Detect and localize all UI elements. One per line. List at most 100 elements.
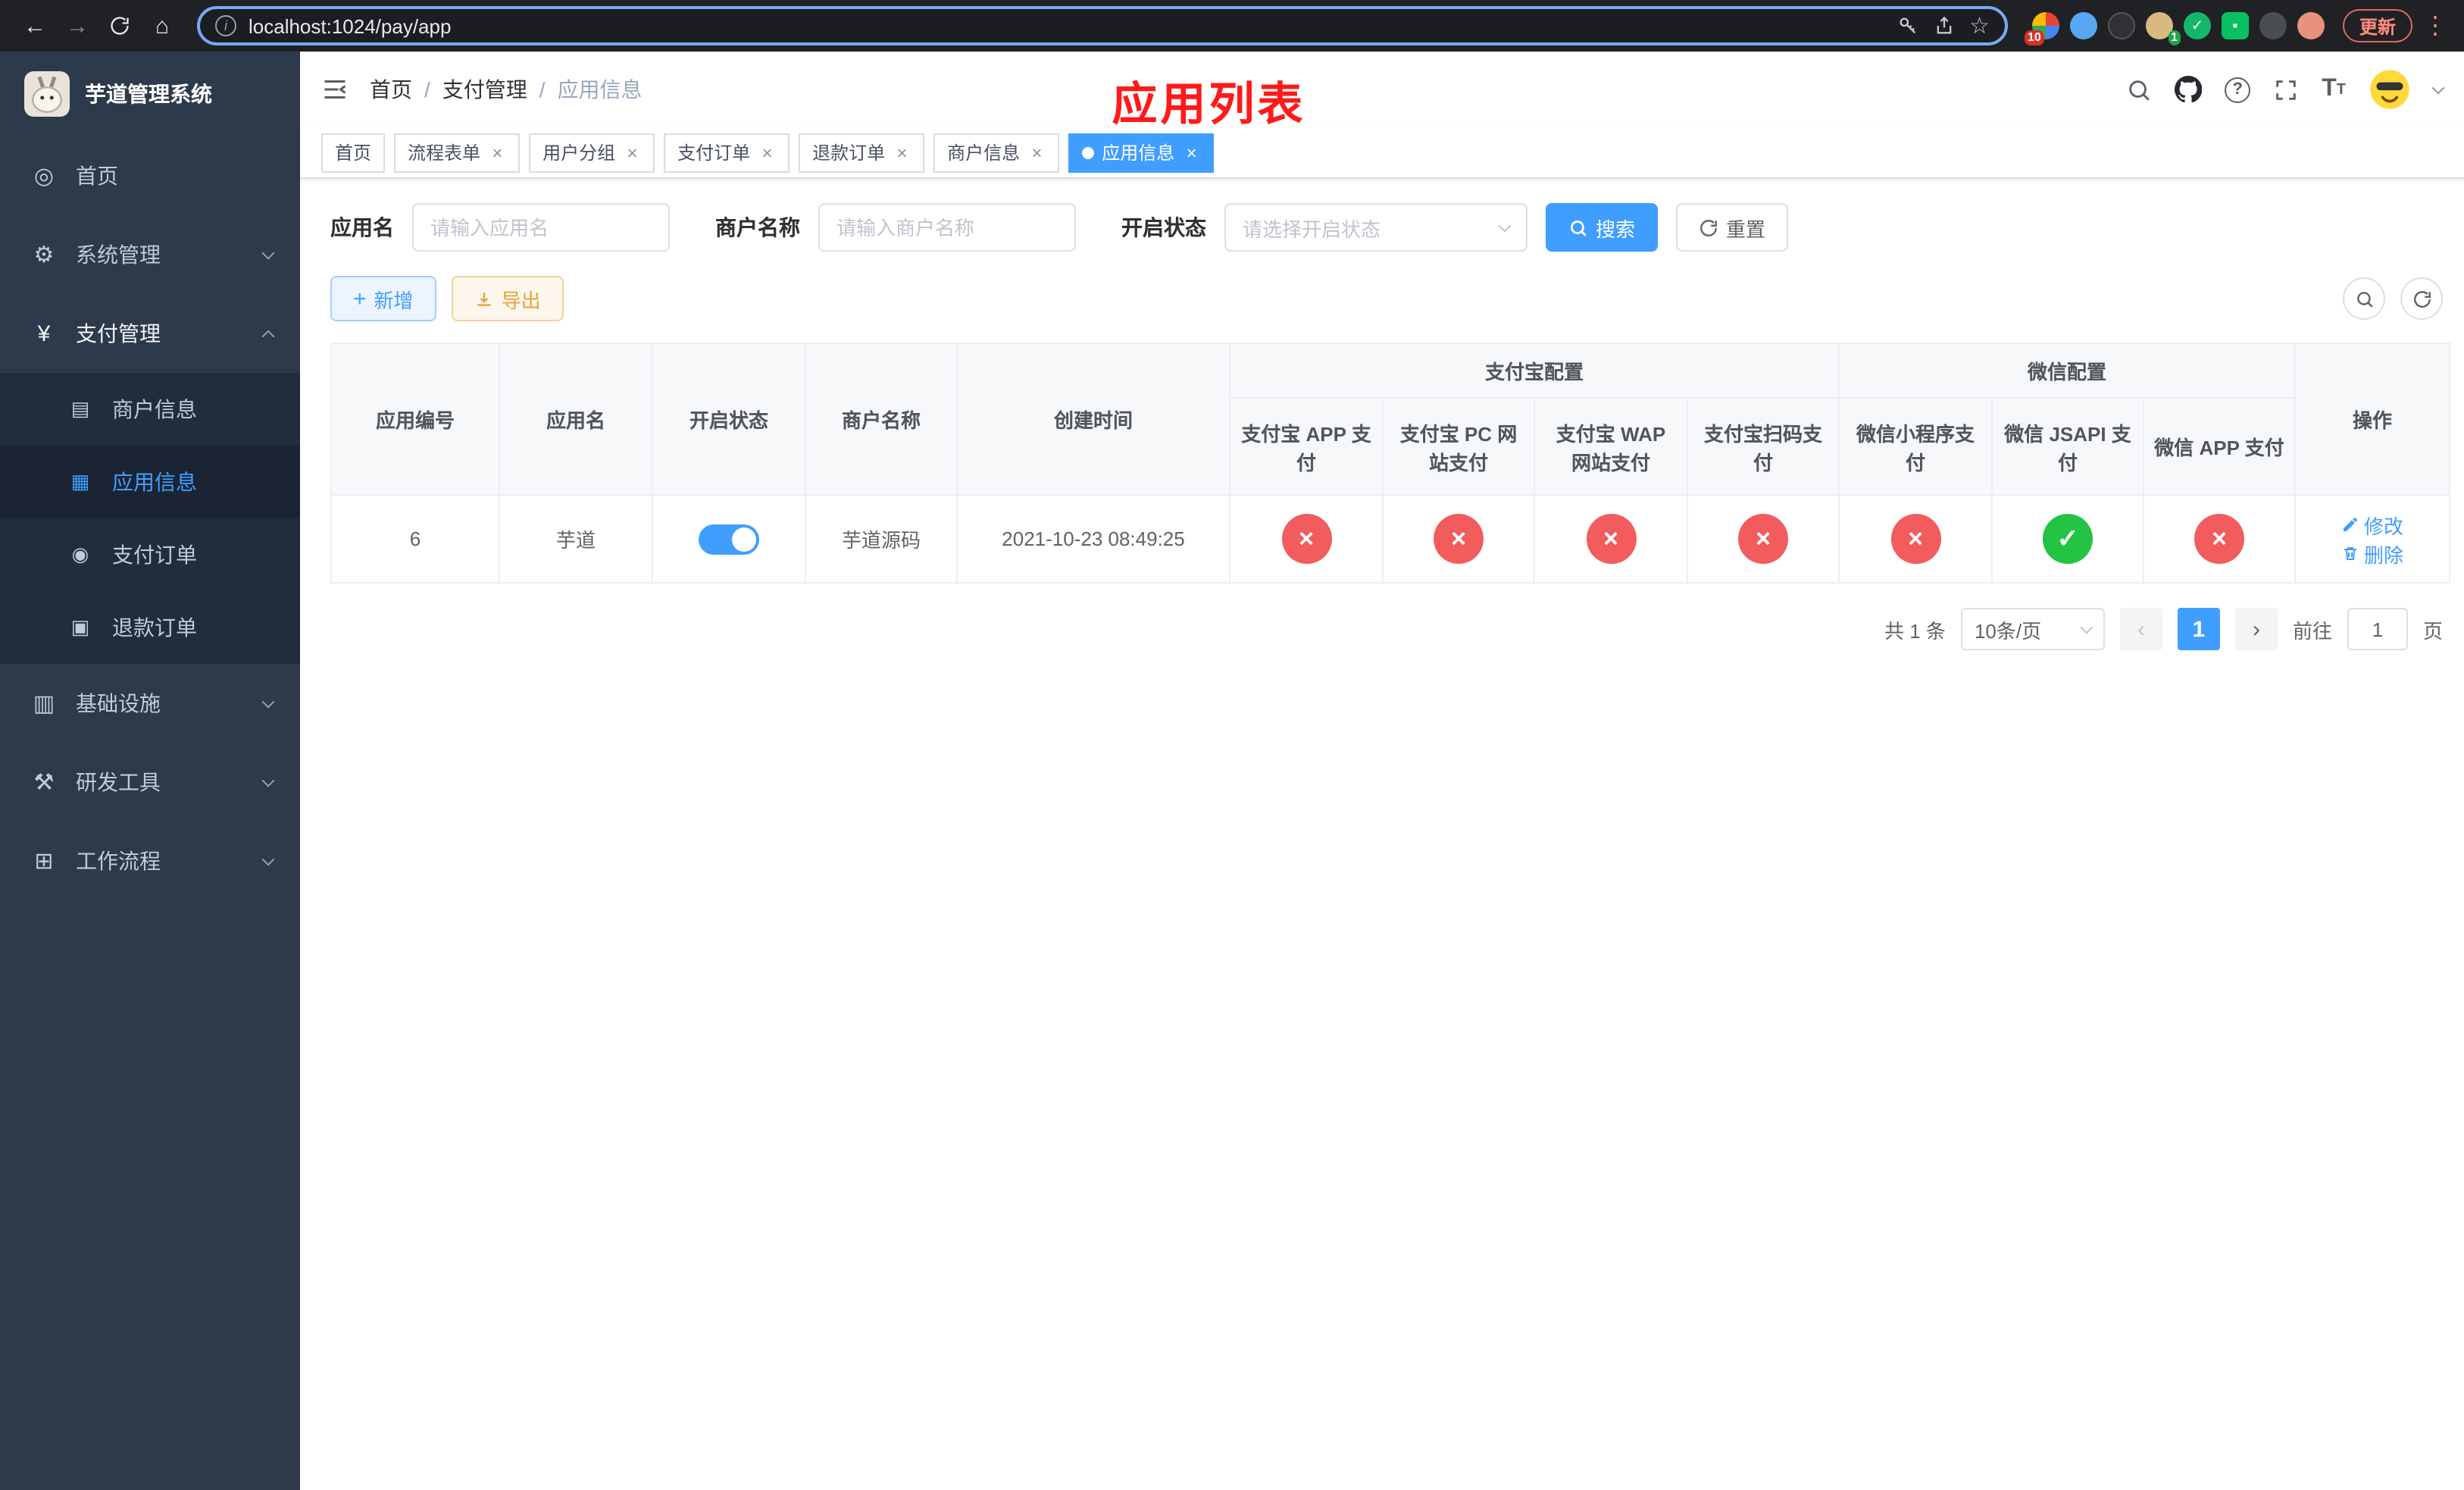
back-icon[interactable]: ← <box>15 6 55 45</box>
col-alipay-pc: 支付宝 PC 网站支付 <box>1382 397 1535 496</box>
merchant-name-input[interactable] <box>818 203 1076 252</box>
breadcrumb-home[interactable]: 首页 <box>370 74 412 105</box>
total-count: 共 1 条 <box>1884 619 1946 642</box>
plus-icon: + <box>353 286 367 311</box>
goto-label: 前往 <box>2292 619 2332 642</box>
tab-close-icon[interactable] <box>1027 142 1046 163</box>
tab-home[interactable]: 首页 <box>321 133 386 172</box>
browser-update-button[interactable]: 更新 <box>2342 9 2412 42</box>
avatar-caret-icon[interactable] <box>2431 80 2445 94</box>
page-size-select[interactable]: 10条/页 <box>1960 608 2105 650</box>
avatar-extension-icon[interactable] <box>2297 12 2325 39</box>
share-icon[interactable] <box>1933 15 1954 36</box>
breadcrumb-payment[interactable]: 支付管理 <box>442 74 527 105</box>
table-toolbar: + 新增 导出 <box>330 276 2443 321</box>
tab-close-icon[interactable] <box>893 142 911 163</box>
extension-icon[interactable] <box>2259 12 2287 39</box>
address-bar[interactable]: i localhost:1024/pay/app ☆ <box>197 6 2008 45</box>
reset-button[interactable]: 重置 <box>1676 203 1789 252</box>
page-title-annotation: 应用列表 <box>1112 80 1306 130</box>
payment-submenu: ▤ 商户信息 ▦ 应用信息 ◉ 支付订单 ▣ 退款订单 <box>0 373 300 664</box>
sidebar-item-merchant-info[interactable]: ▤ 商户信息 <box>0 373 300 446</box>
sidebar-collapse-icon[interactable] <box>321 76 349 103</box>
github-icon[interactable] <box>2175 76 2203 103</box>
tab-close-icon[interactable] <box>623 142 641 163</box>
export-button[interactable]: 导出 <box>451 276 564 321</box>
wechat-extension-icon[interactable]: ▪ <box>2221 12 2249 39</box>
logo-avatar <box>24 71 70 117</box>
sidebar-item-payment[interactable]: ¥ 支付管理 <box>0 294 300 373</box>
sidebar-item-home[interactable]: ◎ 首页 <box>0 136 300 215</box>
sidebar-item-infra[interactable]: ▥ 基础设施 <box>0 664 300 743</box>
extension-icon[interactable]: 10 <box>2024 12 2059 45</box>
col-wx-app: 微信 APP 支付 <box>2143 397 2297 496</box>
app-name-input[interactable] <box>412 203 670 252</box>
extension-icon[interactable]: ✓ <box>2183 12 2211 39</box>
extension-icon[interactable] <box>2069 12 2097 39</box>
grid-icon: ▦ <box>70 470 90 493</box>
chevron-down-icon <box>1498 218 1512 232</box>
home-icon[interactable]: ⌂ <box>142 6 182 45</box>
download-icon <box>477 292 491 305</box>
wechat-jsapi-status-icon <box>2043 514 2093 564</box>
tags-view: 首页 流程表单 用户分组 支付订单 退款订单 商户信息 应用信息 <box>300 127 2464 179</box>
password-key-icon[interactable] <box>1896 15 1918 36</box>
tab-merchant-info[interactable]: 商户信息 <box>933 133 1060 172</box>
sidebar-item-refund-orders[interactable]: ▣ 退款订单 <box>0 591 300 664</box>
alipay-wap-status-icon <box>1586 514 1636 564</box>
edit-button[interactable]: 修改 <box>2341 510 2403 539</box>
tab-pay-orders[interactable]: 支付订单 <box>664 133 790 172</box>
sidebar-item-app-info[interactable]: ▦ 应用信息 <box>0 446 300 518</box>
browser-menu-icon[interactable]: ⋮ <box>2422 6 2449 45</box>
tab-close-icon[interactable] <box>488 142 506 163</box>
search-button[interactable]: 搜索 <box>1546 203 1659 252</box>
next-page-button[interactable] <box>2234 608 2278 650</box>
page-unit-label: 页 <box>2422 619 2443 642</box>
alipay-app-status-icon <box>1281 514 1331 564</box>
refresh-icon <box>2413 290 2430 307</box>
tools-icon: ⚒ <box>33 770 55 796</box>
site-info-icon[interactable]: i <box>215 15 236 36</box>
search-icon <box>2356 291 2372 307</box>
alipay-qr-status-icon <box>1738 514 1788 564</box>
status-select[interactable]: 请选择开启状态 <box>1224 203 1527 252</box>
current-page-button[interactable]: 1 <box>2177 608 2220 650</box>
goto-page-input[interactable] <box>2347 608 2408 650</box>
url-text[interactable]: localhost:1024/pay/app <box>249 14 1884 37</box>
profile-badge: 1 <box>2168 30 2181 45</box>
fullscreen-icon[interactable] <box>2273 77 2299 102</box>
reload-icon[interactable] <box>100 6 139 45</box>
font-size-icon[interactable]: TT <box>2322 76 2346 103</box>
bookmark-star-icon[interactable]: ☆ <box>1969 12 1990 39</box>
forward-icon[interactable]: → <box>58 6 97 45</box>
sidebar-item-pay-orders[interactable]: ◉ 支付订单 <box>0 518 300 591</box>
user-avatar[interactable] <box>2369 68 2411 111</box>
tab-close-icon[interactable] <box>758 142 776 163</box>
sidebar-item-devtools[interactable]: ⚒ 研发工具 <box>0 743 300 822</box>
extension-icon[interactable] <box>2107 12 2135 39</box>
tab-process-form[interactable]: 流程表单 <box>394 133 521 172</box>
sidebar-item-workflow[interactable]: ⊞ 工作流程 <box>0 822 300 900</box>
sidebar-item-system[interactable]: ⚙ 系统管理 <box>0 215 300 294</box>
search-icon[interactable] <box>2126 77 2152 102</box>
help-icon[interactable]: ? <box>2225 77 2251 102</box>
delete-button[interactable]: 删除 <box>2341 539 2403 568</box>
tab-user-group[interactable]: 用户分组 <box>529 133 655 172</box>
toggle-search-button[interactable] <box>2343 277 2385 320</box>
profile-extension-icon[interactable]: 1 <box>2145 12 2181 45</box>
refresh-button[interactable] <box>2400 277 2443 320</box>
prev-page-button[interactable] <box>2119 608 2162 650</box>
cell-app-id: 6 <box>330 494 500 584</box>
tab-close-icon[interactable] <box>1182 142 1200 163</box>
add-button[interactable]: + 新增 <box>330 276 436 321</box>
table-row: 6 芋道 芋道源码 2021-10-23 08:49:25 × × × × × … <box>330 494 2451 584</box>
col-alipay-app: 支付宝 APP 支付 <box>1229 397 1384 496</box>
alipay-pc-status-icon <box>1434 514 1484 564</box>
tab-refund-orders[interactable]: 退款订单 <box>799 133 925 172</box>
chevron-down-icon <box>261 246 275 259</box>
status-toggle[interactable] <box>699 524 759 554</box>
col-merchant: 商户名称 <box>805 343 958 496</box>
yen-icon: ¥ <box>37 321 51 346</box>
tab-app-info[interactable]: 应用信息 <box>1068 133 1215 172</box>
wechat-mini-status-icon <box>1890 514 1941 564</box>
